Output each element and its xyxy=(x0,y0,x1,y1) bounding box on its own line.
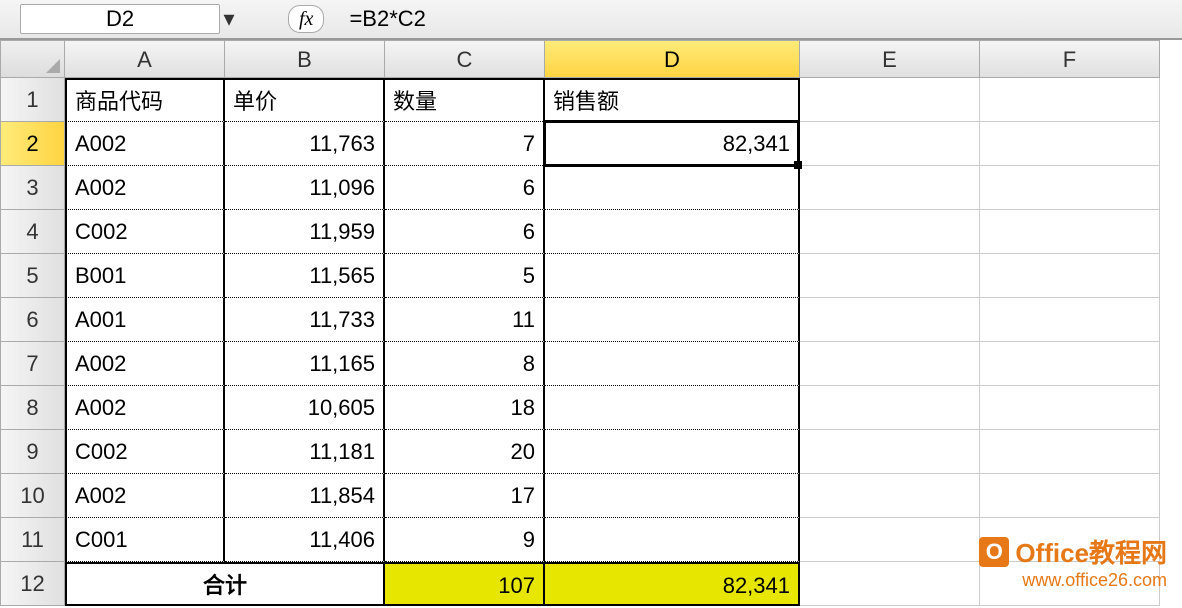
cell-F7[interactable] xyxy=(980,342,1160,386)
col-header-C[interactable]: C xyxy=(385,40,545,78)
cell-C6[interactable]: 11 xyxy=(385,298,545,342)
cell-D2[interactable]: 82,341 xyxy=(545,122,800,166)
watermark-title: Office教程网 xyxy=(1015,533,1167,570)
cell-E11[interactable] xyxy=(800,518,980,562)
col-header-A[interactable]: A xyxy=(65,40,225,78)
formula-input[interactable]: =B2*C2 xyxy=(339,4,1182,34)
cell-D10[interactable] xyxy=(545,474,800,518)
cell-F8[interactable] xyxy=(980,386,1160,430)
select-all-corner[interactable] xyxy=(0,40,65,78)
cell-A2[interactable]: A002 xyxy=(65,122,225,166)
cell-B6[interactable]: 11,733 xyxy=(225,298,385,342)
cell-C9[interactable]: 20 xyxy=(385,430,545,474)
cell-E9[interactable] xyxy=(800,430,980,474)
row-header-2[interactable]: 2 xyxy=(0,122,65,166)
cell-A5[interactable]: B001 xyxy=(65,254,225,298)
cell-D6[interactable] xyxy=(545,298,800,342)
cell-C5[interactable]: 5 xyxy=(385,254,545,298)
cell-B11[interactable]: 11,406 xyxy=(225,518,385,562)
cell-E4[interactable] xyxy=(800,210,980,254)
cell-B7[interactable]: 11,165 xyxy=(225,342,385,386)
cell-E1[interactable] xyxy=(800,78,980,122)
cell-B1[interactable]: 单价 xyxy=(225,78,385,122)
cell-F9[interactable] xyxy=(980,430,1160,474)
fx-button[interactable]: fx xyxy=(288,5,324,33)
row-header-5[interactable]: 5 xyxy=(0,254,65,298)
cell-F5[interactable] xyxy=(980,254,1160,298)
cell-A7[interactable]: A002 xyxy=(65,342,225,386)
cell-C12[interactable]: 107 xyxy=(385,562,545,606)
watermark-url: www.office26.com xyxy=(979,570,1167,591)
cell-B10[interactable]: 11,854 xyxy=(225,474,385,518)
cell-B9[interactable]: 11,181 xyxy=(225,430,385,474)
cell-total-label[interactable]: 合计 xyxy=(65,562,385,606)
cell-E5[interactable] xyxy=(800,254,980,298)
name-box-dropdown-icon[interactable]: ▾ xyxy=(220,4,238,34)
col-header-B[interactable]: B xyxy=(225,40,385,78)
watermark-icon: O xyxy=(979,537,1009,567)
cell-B4[interactable]: 11,959 xyxy=(225,210,385,254)
cell-F2[interactable] xyxy=(980,122,1160,166)
cell-F3[interactable] xyxy=(980,166,1160,210)
cell-A8[interactable]: A002 xyxy=(65,386,225,430)
cell-A11[interactable]: C001 xyxy=(65,518,225,562)
cell-C10[interactable]: 17 xyxy=(385,474,545,518)
cell-C11[interactable]: 9 xyxy=(385,518,545,562)
cell-E7[interactable] xyxy=(800,342,980,386)
cell-A1[interactable]: 商品代码 xyxy=(65,78,225,122)
cell-E8[interactable] xyxy=(800,386,980,430)
cell-F1[interactable] xyxy=(980,78,1160,122)
fx-icon: fx xyxy=(299,8,313,31)
cell-C4[interactable]: 6 xyxy=(385,210,545,254)
cell-D4[interactable] xyxy=(545,210,800,254)
cell-E12[interactable] xyxy=(800,562,980,606)
cell-F6[interactable] xyxy=(980,298,1160,342)
cell-B8[interactable]: 10,605 xyxy=(225,386,385,430)
cell-C8[interactable]: 18 xyxy=(385,386,545,430)
cell-A6[interactable]: A001 xyxy=(65,298,225,342)
cell-B3[interactable]: 11,096 xyxy=(225,166,385,210)
cell-E2[interactable] xyxy=(800,122,980,166)
cell-F4[interactable] xyxy=(980,210,1160,254)
cell-C1[interactable]: 数量 xyxy=(385,78,545,122)
cell-A10[interactable]: A002 xyxy=(65,474,225,518)
cell-E3[interactable] xyxy=(800,166,980,210)
cell-C3[interactable]: 6 xyxy=(385,166,545,210)
cell-D5[interactable] xyxy=(545,254,800,298)
row-header-7[interactable]: 7 xyxy=(0,342,65,386)
cell-A4[interactable]: C002 xyxy=(65,210,225,254)
cell-A9[interactable]: C002 xyxy=(65,430,225,474)
name-box[interactable]: D2 xyxy=(20,4,220,34)
cell-C7[interactable]: 8 xyxy=(385,342,545,386)
cell-D11[interactable] xyxy=(545,518,800,562)
col-header-E[interactable]: E xyxy=(800,40,980,78)
row-header-10[interactable]: 10 xyxy=(0,474,65,518)
watermark: O Office教程网 www.office26.com xyxy=(979,533,1167,591)
row-header-8[interactable]: 8 xyxy=(0,386,65,430)
cell-F10[interactable] xyxy=(980,474,1160,518)
cell-C2[interactable]: 7 xyxy=(385,122,545,166)
row-header-1[interactable]: 1 xyxy=(0,78,65,122)
row-header-11[interactable]: 11 xyxy=(0,518,65,562)
cell-B5[interactable]: 11,565 xyxy=(225,254,385,298)
col-header-D[interactable]: D xyxy=(545,40,800,78)
row-header-6[interactable]: 6 xyxy=(0,298,65,342)
cell-B2[interactable]: 11,763 xyxy=(225,122,385,166)
cell-D12[interactable]: 82,341 xyxy=(545,562,800,606)
formula-bar: D2 ▾ fx =B2*C2 xyxy=(0,0,1182,40)
cell-D3[interactable] xyxy=(545,166,800,210)
cell-E6[interactable] xyxy=(800,298,980,342)
spreadsheet-grid: A B C D E F 1 商品代码 单价 数量 销售额 2 A002 11,7… xyxy=(0,40,1182,606)
row-header-9[interactable]: 9 xyxy=(0,430,65,474)
col-header-F[interactable]: F xyxy=(980,40,1160,78)
cell-E10[interactable] xyxy=(800,474,980,518)
cell-D7[interactable] xyxy=(545,342,800,386)
cell-A3[interactable]: A002 xyxy=(65,166,225,210)
cell-D9[interactable] xyxy=(545,430,800,474)
row-header-3[interactable]: 3 xyxy=(0,166,65,210)
row-header-4[interactable]: 4 xyxy=(0,210,65,254)
row-header-12[interactable]: 12 xyxy=(0,562,65,606)
cell-D1[interactable]: 销售额 xyxy=(545,78,800,122)
cell-D8[interactable] xyxy=(545,386,800,430)
